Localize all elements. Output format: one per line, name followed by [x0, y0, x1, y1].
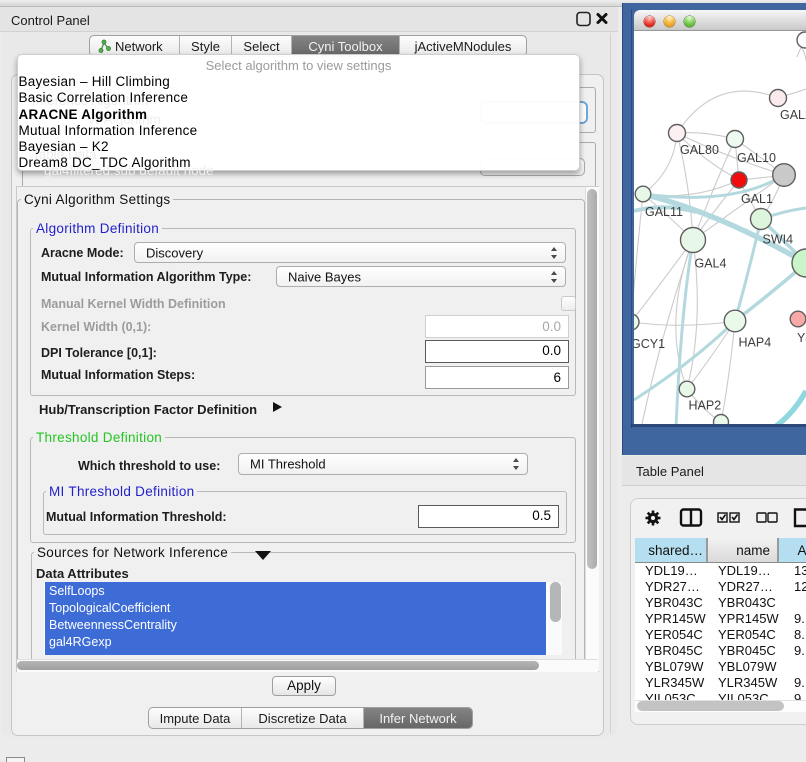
svg-text:YJ: YJ — [797, 331, 806, 345]
svg-text:HAP4: HAP4 — [739, 336, 772, 350]
svg-text:GAL4: GAL4 — [695, 257, 727, 271]
svg-text:GAL2: GAL2 — [780, 108, 806, 122]
svg-text:SWI4: SWI4 — [763, 233, 794, 247]
svg-text:GAL1: GAL1 — [741, 192, 773, 206]
svg-text:GAL11: GAL11 — [645, 205, 683, 219]
svg-text:HAP2: HAP2 — [689, 399, 722, 413]
svg-text:GAL10: GAL10 — [737, 151, 776, 165]
svg-text:GCY1: GCY1 — [634, 337, 665, 351]
svg-text:GAL80: GAL80 — [680, 143, 719, 157]
